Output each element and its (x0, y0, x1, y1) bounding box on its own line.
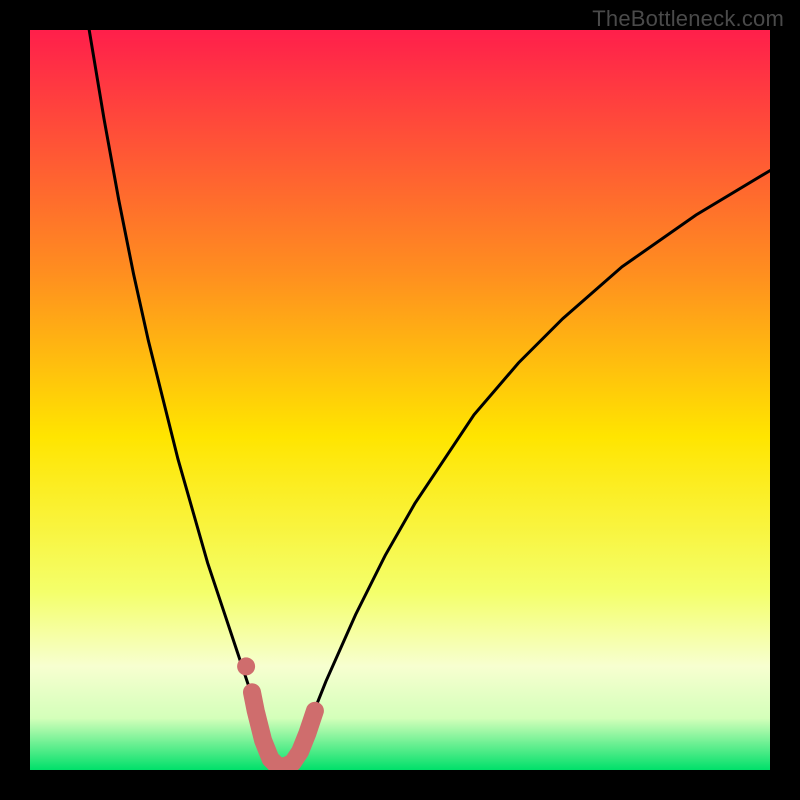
chart-svg (30, 30, 770, 770)
bottleneck-curve-chart (30, 30, 770, 770)
optimum-marker-dot (237, 657, 255, 675)
gradient-background (30, 30, 770, 770)
watermark-text: TheBottleneck.com (592, 6, 784, 32)
chart-frame: TheBottleneck.com (0, 0, 800, 800)
